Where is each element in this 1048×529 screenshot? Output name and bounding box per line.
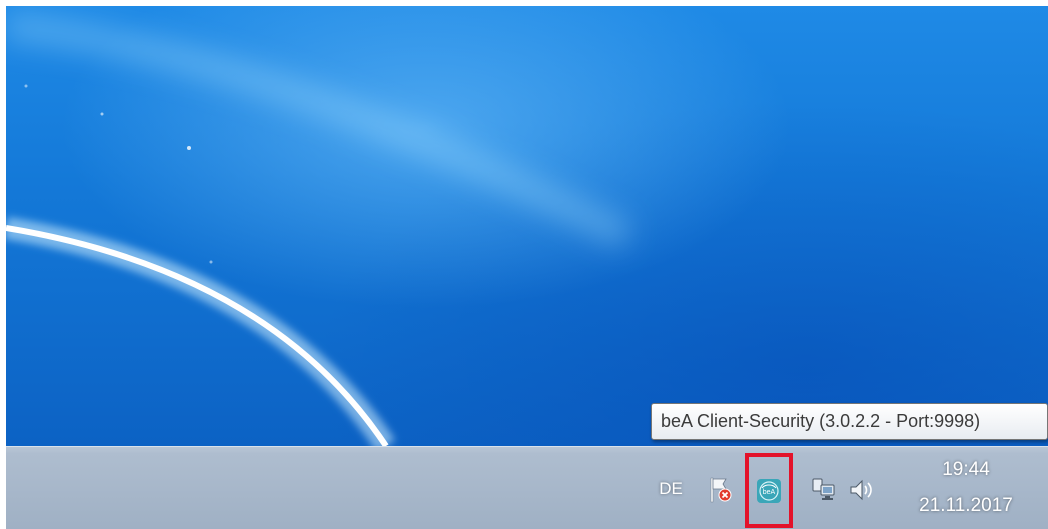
- desktop[interactable]: [6, 6, 1048, 446]
- clock-time: 19:44: [942, 459, 990, 480]
- language-indicator[interactable]: DE: [656, 477, 686, 501]
- wallpaper-swoosh: [6, 12, 633, 446]
- clock[interactable]: 19:44 21.11.2017: [906, 455, 1026, 527]
- svg-text:beA: beA: [763, 489, 776, 496]
- notification-area: DE beA 19:44 21.11.2017: [606, 447, 1048, 529]
- clock-date: 21.11.2017: [919, 495, 1013, 516]
- bea-client-security-tray-button[interactable]: beA: [745, 453, 793, 528]
- screen: DE beA 19:44 21.11.2017 beA Client-Secur…: [6, 6, 1048, 529]
- bea-client-security-icon: beA: [757, 478, 781, 503]
- tray-tooltip: beA Client-Security (3.0.2.2 - Port:9998…: [651, 403, 1048, 440]
- network-icon[interactable]: [810, 476, 836, 504]
- action-center-flag-icon[interactable]: [708, 475, 734, 505]
- volume-icon[interactable]: [848, 476, 876, 504]
- taskbar: DE beA 19:44 21.11.2017: [6, 446, 1048, 529]
